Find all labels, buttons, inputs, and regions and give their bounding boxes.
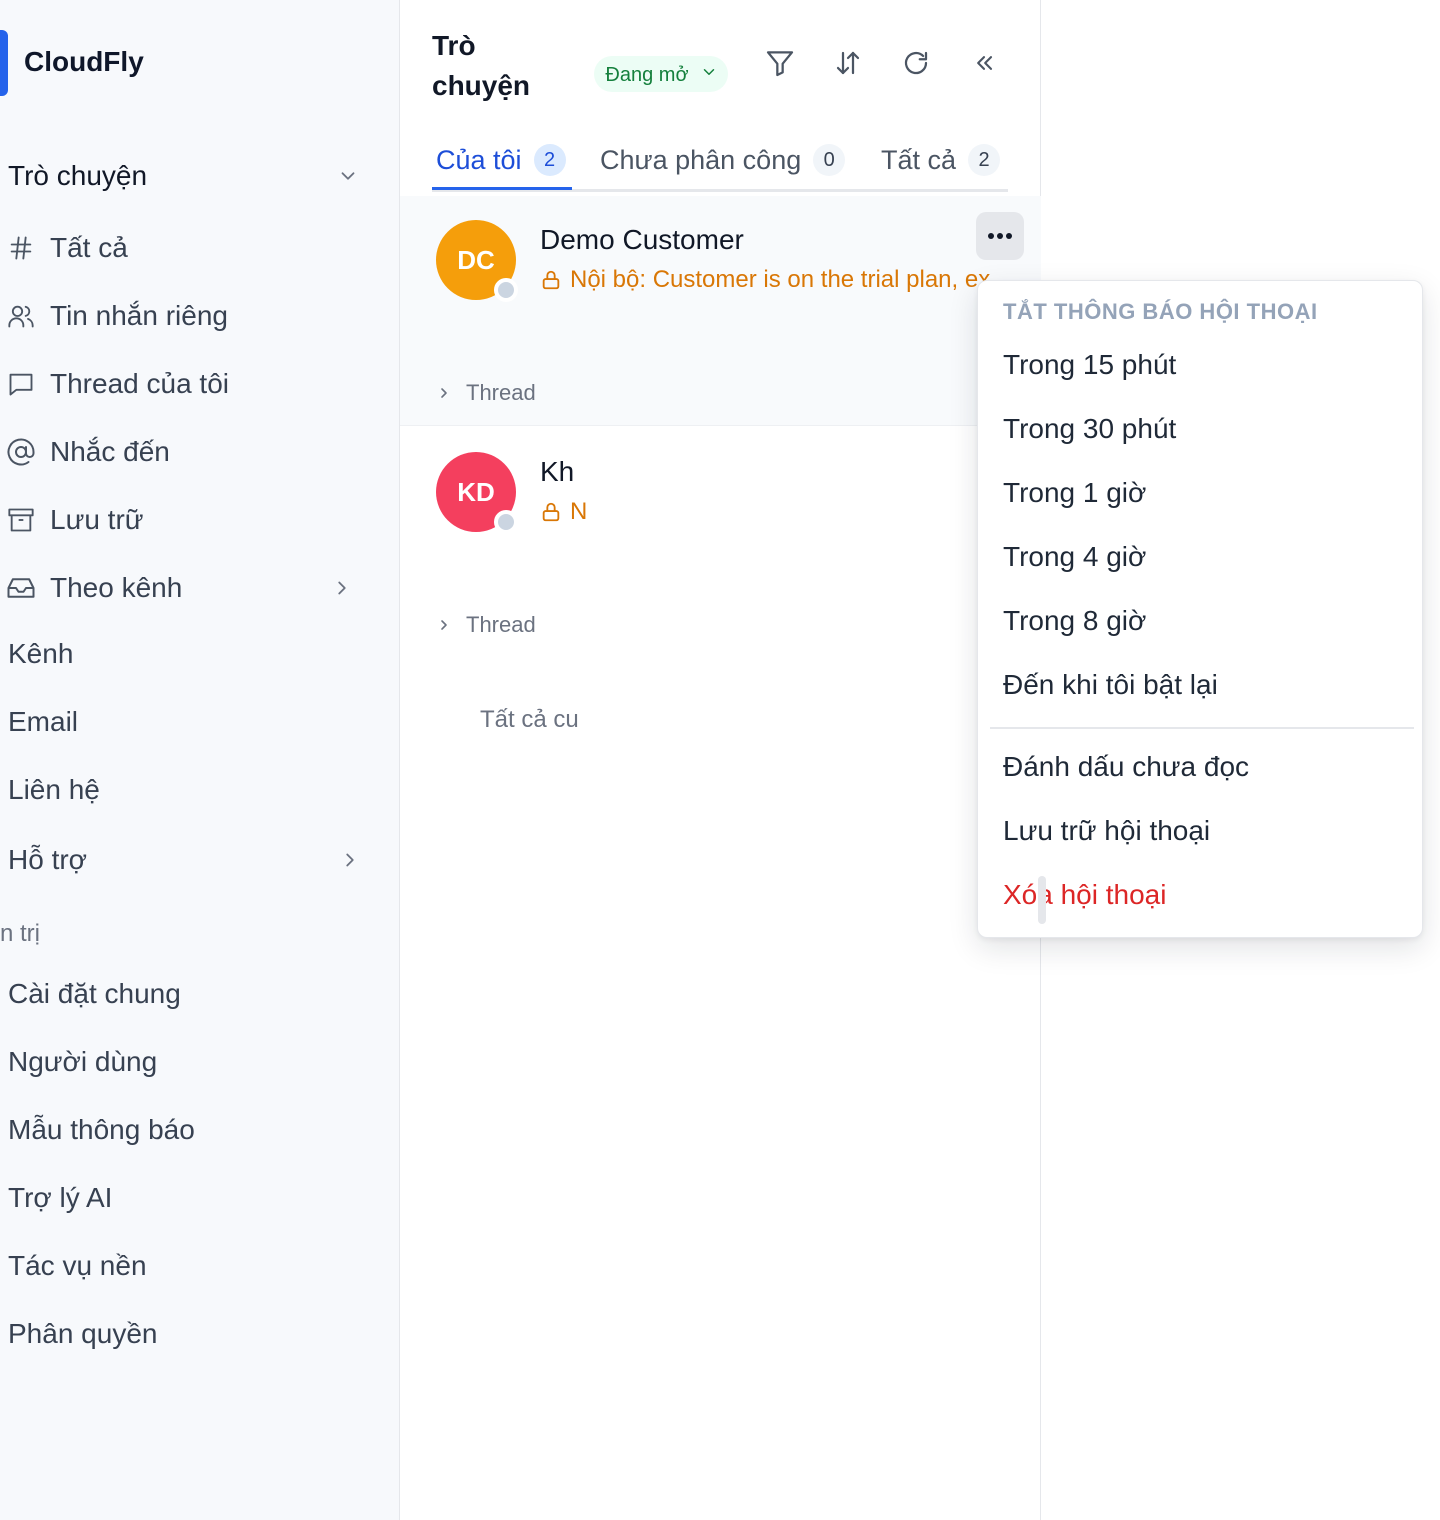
- thread-label: Thread: [466, 612, 536, 637]
- tab-label: Của tôi: [436, 144, 522, 175]
- mute-4-hours-option[interactable]: Trong 4 giờ: [1003, 541, 1146, 573]
- panel-resize-handle[interactable]: [1038, 876, 1046, 924]
- conversation-name: Kh: [540, 456, 575, 487]
- mark-unread-option[interactable]: Đánh dấu chưa đọc: [1003, 751, 1249, 783]
- conversation-preview-text: N: [570, 498, 588, 525]
- active-tab-indicator: [432, 187, 572, 190]
- chevron-right-icon[interactable]: [322, 568, 362, 608]
- menu-divider: [990, 727, 1414, 729]
- chevron-right-icon: [436, 385, 452, 401]
- conversation-item[interactable]: DC Demo Customer Nội bộ: Customer is on …: [400, 196, 1041, 426]
- presence-indicator: [494, 510, 518, 534]
- lock-icon: [540, 501, 562, 523]
- conversation-preview: Nội bộ: Customer is on the trial plan, e…: [540, 266, 1000, 294]
- tab-label: Tất cả: [881, 144, 957, 175]
- sidebar-link-support[interactable]: Hỗ trợ: [8, 836, 370, 884]
- brand-accent-bar: [0, 30, 8, 96]
- mute-1-hour-option[interactable]: Trong 1 giờ: [1003, 477, 1146, 509]
- sort-icon: [833, 48, 863, 81]
- thread-label: Thread: [466, 380, 536, 405]
- users-icon: [2, 297, 40, 335]
- archive-icon: [2, 501, 40, 539]
- tab-all[interactable]: Tất cả 2: [881, 136, 1001, 184]
- sidebar-item-label: Theo kênh: [50, 572, 183, 603]
- tab-count-badge: 2: [968, 144, 1001, 176]
- sidebar: CloudFly Trò chuyện Tất cả Tin nhắn riên…: [0, 0, 400, 1520]
- inbox-icon: [2, 569, 40, 607]
- thread-toggle[interactable]: Thread: [436, 612, 536, 638]
- sidebar-link-ai-assistant[interactable]: Trợ lý AI: [8, 1182, 112, 1214]
- all-conversations-loaded-text: Tất cả cu: [480, 706, 579, 733]
- filter-icon: [764, 47, 796, 82]
- chevron-down-icon: [700, 62, 718, 88]
- conversation-actions-menu: TẮT THÔNG BÁO HỘI THOẠI Trong 15 phút Tr…: [977, 280, 1423, 938]
- sidebar-section-conversations[interactable]: Trò chuyện: [8, 156, 368, 196]
- sidebar-item-label: Hỗ trợ: [8, 844, 88, 875]
- thread-toggle[interactable]: Thread: [436, 380, 536, 406]
- sidebar-item-my-threads[interactable]: Thread của tôi: [0, 360, 370, 408]
- sidebar-link-contacts[interactable]: Liên hệ: [8, 774, 100, 806]
- sidebar-link-email[interactable]: Email: [8, 706, 78, 738]
- mute-until-unmuted-option[interactable]: Đến khi tôi bật lại: [1003, 669, 1218, 701]
- presence-indicator: [494, 278, 518, 302]
- tab-count-badge: 2: [533, 144, 566, 176]
- mute-30-minutes-option[interactable]: Trong 30 phút: [1003, 413, 1176, 445]
- sidebar-item-direct-messages[interactable]: Tin nhắn riêng: [0, 292, 370, 340]
- collapse-panel-button[interactable]: [962, 44, 1006, 84]
- sidebar-item-label: Tất cả: [50, 232, 128, 263]
- sidebar-link-general-settings[interactable]: Cài đặt chung: [8, 978, 181, 1010]
- at-sign-icon: [2, 433, 40, 471]
- sidebar-link-notification-templates[interactable]: Mẫu thông báo: [8, 1114, 195, 1146]
- tab-unassigned[interactable]: Chưa phân công 0: [600, 136, 846, 184]
- lock-icon: [540, 269, 562, 291]
- conversation-preview-text: Nội bộ: Customer is on the trial plan, e…: [570, 266, 991, 293]
- chevron-right-icon: [436, 617, 452, 633]
- conversation-preview: N: [540, 498, 1000, 526]
- sort-button[interactable]: [826, 44, 870, 84]
- archive-conversation-option[interactable]: Lưu trữ hội thoại: [1003, 815, 1210, 847]
- sidebar-section-label: Trò chuyện: [8, 160, 148, 191]
- sidebar-link-channels[interactable]: Kênh: [8, 638, 73, 670]
- delete-conversation-option[interactable]: Xóa hội thoại: [1003, 879, 1166, 911]
- sidebar-item-all[interactable]: Tất cả: [0, 224, 370, 272]
- hash-icon: [2, 229, 40, 267]
- conversation-item[interactable]: KD Kh N Thread: [400, 428, 1041, 658]
- sidebar-item-label: Tin nhắn riêng: [50, 300, 228, 331]
- mute-8-hours-option[interactable]: Trong 8 giờ: [1003, 605, 1146, 637]
- sidebar-item-label: Nhắc đến: [50, 436, 170, 467]
- mute-15-minutes-option[interactable]: Trong 15 phút: [1003, 349, 1176, 381]
- sidebar-item-label: Thread của tôi: [50, 368, 229, 399]
- sidebar-item-label: Lưu trữ: [50, 504, 144, 535]
- sidebar-item-mentions[interactable]: Nhắc đến: [0, 428, 370, 476]
- tab-count-badge: 0: [813, 144, 846, 176]
- tab-label: Chưa phân công: [600, 144, 802, 175]
- status-filter-dropdown[interactable]: Đang mở: [594, 56, 728, 92]
- chevron-right-icon[interactable]: [330, 840, 370, 880]
- tab-mine[interactable]: Của tôi 2: [436, 136, 566, 184]
- filter-button[interactable]: [758, 44, 802, 84]
- sidebar-group-admin-label: n trị: [0, 920, 41, 947]
- message-square-icon: [2, 365, 40, 403]
- status-filter-value: Đang mở: [605, 64, 689, 86]
- conversation-tabs: Của tôi 2 Chưa phân công 0 Tất cả 2: [432, 130, 1008, 192]
- page-title: Trò chuyện: [432, 30, 531, 101]
- sidebar-item-archive[interactable]: Lưu trữ: [0, 496, 370, 544]
- collapse-icon: [970, 49, 998, 80]
- more-horizontal-icon: [986, 227, 1014, 245]
- menu-section-header: TẮT THÔNG BÁO HỘI THOẠI: [1003, 299, 1318, 324]
- conversation-list-panel: Trò chuyện Đang mở Của tôi 2 Chưa phân c…: [400, 0, 1423, 1520]
- sidebar-link-permissions[interactable]: Phân quyền: [8, 1318, 157, 1350]
- refresh-icon: [901, 48, 931, 81]
- chevron-down-icon[interactable]: [328, 156, 368, 196]
- brand-name[interactable]: CloudFly: [24, 46, 144, 78]
- refresh-button[interactable]: [894, 44, 938, 84]
- conversation-name: Demo Customer: [540, 224, 744, 255]
- sidebar-item-by-channel[interactable]: Theo kênh: [0, 564, 370, 612]
- sidebar-link-background-jobs[interactable]: Tác vụ nền: [8, 1250, 147, 1282]
- sidebar-link-users[interactable]: Người dùng: [8, 1046, 157, 1078]
- more-options-button[interactable]: [976, 212, 1024, 260]
